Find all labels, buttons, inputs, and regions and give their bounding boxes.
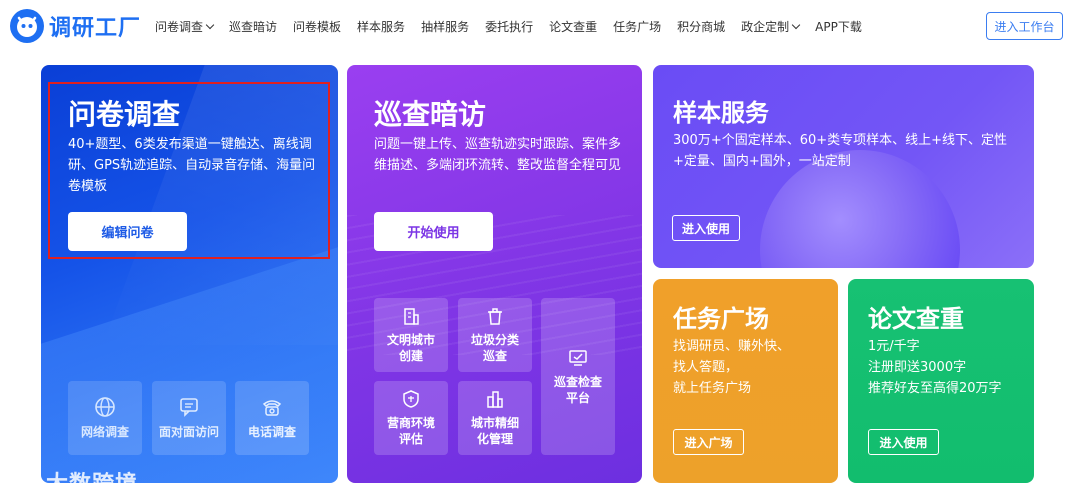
chevron-down-icon xyxy=(791,20,801,30)
tile-label: 面对面访问 xyxy=(158,425,219,439)
task-square-enter-button[interactable]: 进入广场 xyxy=(673,429,744,455)
city-icon xyxy=(487,391,503,408)
tile-label: 电话调查 xyxy=(247,425,296,439)
watermark-text: 大数跨境 xyxy=(46,472,139,497)
sample-enter-button[interactable]: 进入使用 xyxy=(672,215,740,241)
patrol-card: 巡查暗访 问题一键上传、巡查轨迹实时跟踪、案件多维描述、多端闭环流转、整改监督全… xyxy=(347,65,642,483)
nav-label: 样本服务 xyxy=(357,20,406,34)
paper-title: 论文查重 xyxy=(868,305,964,333)
tile-civilized-city[interactable]: 文明城市创建 xyxy=(374,298,448,372)
tile-business-env[interactable]: 营商环境评估 xyxy=(374,381,448,455)
main-nav: 问卷调查 巡查暗访 问卷模板 样本服务 抽样服务 委托执行 论文查重 任务广场 … xyxy=(155,18,878,35)
logo-text: 调研工厂 xyxy=(49,16,142,41)
chat-icon xyxy=(180,398,198,417)
task-line: 就上任务广场 xyxy=(673,381,752,396)
nav-item-enterprise[interactable]: 政企定制 xyxy=(741,18,801,35)
watermark: 大数跨境 xyxy=(10,466,138,498)
nav-item-survey[interactable]: 问卷调查 xyxy=(155,18,215,35)
nav-item-sample[interactable]: 样本服务 xyxy=(357,18,405,35)
tile-label: 网络调查 xyxy=(80,425,129,439)
tile-face-to-face[interactable]: 面对面访问 xyxy=(152,381,226,455)
tile-patrol-platform[interactable]: 巡查检查平台 xyxy=(541,298,615,455)
tile-garbage-sorting[interactable]: 垃圾分类巡查 xyxy=(458,298,532,372)
nav-item-task-square[interactable]: 任务广场 xyxy=(613,18,661,35)
trash-bin-icon xyxy=(488,308,502,325)
nav-label: 抽样服务 xyxy=(421,20,470,34)
task-description: 找调研员、赚外快、 找人答题， 就上任务广场 xyxy=(673,336,833,399)
nav-label: 政企定制 xyxy=(741,20,790,34)
building-icon xyxy=(404,308,419,325)
paper-enter-button[interactable]: 进入使用 xyxy=(868,429,939,455)
paper-line: 推荐好友至高得20万字 xyxy=(868,381,1002,396)
paper-check-card: 论文查重 1元/千字 注册即送3000字 推荐好友至高得20万字 进入使用 xyxy=(848,279,1034,483)
nav-label: APP下载 xyxy=(815,20,862,34)
paper-line: 1元/千字 xyxy=(868,339,920,354)
start-using-button[interactable]: 开始使用 xyxy=(374,212,493,251)
logo[interactable]: 调研工厂 xyxy=(10,9,141,43)
nav-label: 委托执行 xyxy=(485,20,534,34)
nav-item-templates[interactable]: 问卷模板 xyxy=(293,18,341,35)
nav-label: 积分商城 xyxy=(677,20,726,34)
nav-label: 任务广场 xyxy=(613,20,662,34)
tile-city-management[interactable]: 城市精细化管理 xyxy=(458,381,532,455)
patrol-description: 问题一键上传、巡查轨迹实时跟踪、案件多维描述、多端闭环流转、整改监督全程可见 xyxy=(374,137,622,173)
paper-line: 注册即送3000字 xyxy=(868,360,967,375)
tile-label: 巡查检查平台 xyxy=(553,374,602,405)
nav-label: 巡查暗访 xyxy=(229,20,278,34)
sample-title: 样本服务 xyxy=(673,99,769,127)
highlight-box xyxy=(48,82,330,259)
monitor-check-icon xyxy=(569,349,587,366)
task-title: 任务广场 xyxy=(673,305,769,333)
patrol-title: 巡查暗访 xyxy=(374,98,487,131)
tile-online-survey[interactable]: 网络调查 xyxy=(68,381,142,455)
nav-label: 问卷调查 xyxy=(155,20,204,34)
nav-item-entrust[interactable]: 委托执行 xyxy=(485,18,533,35)
sample-description: 300万+个固定样本、60+类专项样本、线上+线下、定性+定量、国内+国外，一站… xyxy=(673,133,1008,169)
workspace-button[interactable]: 进入工作台 xyxy=(986,12,1063,40)
nav-item-sampling[interactable]: 抽样服务 xyxy=(421,18,469,35)
globe-icon xyxy=(95,397,115,417)
nav-item-points-mall[interactable]: 积分商城 xyxy=(677,18,725,35)
sample-card: 样本服务 300万+个固定样本、60+类专项样本、线上+线下、定性+定量、国内+… xyxy=(653,65,1034,268)
task-card: 任务广场 找调研员、赚外快、 找人答题， 就上任务广场 进入广场 xyxy=(653,279,838,483)
paper-description: 1元/千字 注册即送3000字 推荐好友至高得20万字 xyxy=(868,336,1033,399)
task-line: 找调研员、赚外快、 xyxy=(673,339,791,354)
telephone-icon xyxy=(262,400,282,416)
logo-icon xyxy=(10,9,44,43)
tile-label: 垃圾分类巡查 xyxy=(470,333,519,363)
nav-label: 问卷模板 xyxy=(293,20,342,34)
watermark-logo-icon xyxy=(12,471,38,491)
tile-label: 城市精细化管理 xyxy=(470,416,519,446)
tile-phone-survey[interactable]: 电话调查 xyxy=(235,381,309,455)
nav-label: 论文查重 xyxy=(549,20,598,34)
top-header: 调研工厂 问卷调查 巡查暗访 问卷模板 样本服务 抽样服务 委托执行 论文查重 … xyxy=(0,0,1080,52)
nav-item-app-download[interactable]: APP下载 xyxy=(815,18,862,35)
task-line: 找人答题， xyxy=(673,360,739,375)
nav-item-plagiarism[interactable]: 论文查重 xyxy=(549,18,597,35)
tile-label: 营商环境评估 xyxy=(386,416,435,446)
nav-item-patrol[interactable]: 巡查暗访 xyxy=(229,18,277,35)
shield-icon xyxy=(403,390,419,408)
chevron-down-icon xyxy=(205,20,215,30)
tile-label: 文明城市创建 xyxy=(386,333,435,363)
